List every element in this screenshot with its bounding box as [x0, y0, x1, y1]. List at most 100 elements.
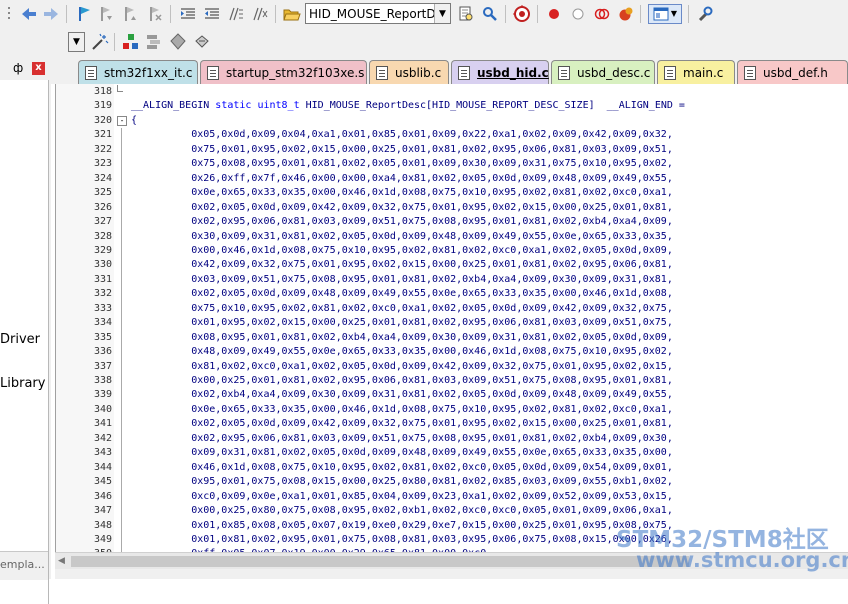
window-layout-dropdown[interactable]: ▼	[648, 4, 682, 24]
code-line[interactable]: 326 0x02,0x05,0x0d,0x09,0x42,0x09,0x32,0…	[56, 200, 848, 216]
code-text[interactable]: 0x75,0x10,0x95,0x02,0x81,0x02,0xc0,0xa1,…	[131, 302, 673, 316]
find-target-combo-value[interactable]: HID_MOUSE_ReportDesc	[306, 7, 434, 21]
code-text[interactable]: 0x03,0x09,0x51,0x75,0x08,0x95,0x01,0x81,…	[131, 273, 673, 287]
tab-usbd-desc-c[interactable]: usbd_desc.c	[551, 60, 655, 84]
back-arrow-icon[interactable]	[19, 4, 39, 24]
code-text[interactable]: 0x02,0x95,0x06,0x81,0x03,0x09,0x51,0x75,…	[131, 215, 673, 229]
code-line[interactable]: 341 0x02,0x05,0x0d,0x09,0x42,0x09,0x32,0…	[56, 417, 848, 433]
code-text[interactable]: 0x01,0x85,0x08,0x05,0x07,0x19,0xe0,0x29,…	[131, 519, 673, 533]
code-text[interactable]: 0x0e,0x65,0x33,0x35,0x00,0x46,0x1d,0x08,…	[131, 186, 673, 200]
code-text[interactable]: {	[131, 114, 137, 128]
find-target-combo[interactable]: HID_MOUSE_ReportDesc ▼	[305, 3, 451, 24]
code-line[interactable]: 325 0x0e,0x65,0x33,0x35,0x00,0x46,0x1d,0…	[56, 186, 848, 202]
disabled-breakpoint-icon[interactable]	[568, 4, 588, 24]
code-line[interactable]: 323 0x75,0x08,0x95,0x01,0x81,0x02,0x05,0…	[56, 157, 848, 173]
code-line[interactable]: 336 0x48,0x09,0x49,0x55,0x0e,0x65,0x33,0…	[56, 345, 848, 361]
code-editor[interactable]: 318 319 __ALIGN_BEGIN static uint8_t HID_M…	[55, 84, 848, 574]
code-line[interactable]: 338 0x00,0x25,0x01,0x81,0x02,0x95,0x06,0…	[56, 374, 848, 389]
fold-collapse-icon[interactable]: -	[117, 115, 127, 126]
manage-components-icon[interactable]	[121, 32, 141, 52]
code-line[interactable]: 321 0x05,0x0d,0x09,0x04,0xa1,0x01,0x85,0…	[56, 128, 848, 144]
pack-installer-icon[interactable]	[168, 32, 188, 52]
code-line[interactable]: 346 0xc0,0x09,0x0e,0xa1,0x01,0x85,0x04,0…	[56, 489, 848, 505]
breakpoint-settings-icon[interactable]	[616, 4, 636, 24]
tab-usblib-c[interactable]: usblib.c	[369, 60, 449, 84]
chevron-down-icon[interactable]: ▼	[671, 10, 677, 18]
scrollbar-thumb[interactable]	[71, 556, 689, 567]
code-line[interactable]: 331 0x03,0x09,0x51,0x75,0x08,0x95,0x01,0…	[56, 272, 848, 288]
unindent-icon[interactable]	[202, 4, 222, 24]
code-text[interactable]: 0x75,0x08,0x95,0x01,0x81,0x02,0x05,0x01,…	[131, 157, 673, 171]
code-text[interactable]: 0x30,0x09,0x31,0x81,0x02,0x05,0x0d,0x09,…	[131, 230, 673, 244]
code-line[interactable]: 345 0x95,0x01,0x75,0x08,0x15,0x00,0x25,0…	[56, 475, 848, 491]
prev-bookmark-icon[interactable]	[96, 4, 116, 24]
code-text[interactable]: 0x75,0x01,0x95,0x02,0x15,0x00,0x25,0x01,…	[131, 143, 673, 157]
target-select-dropdown[interactable]: ▼	[68, 32, 85, 52]
chevron-down-icon[interactable]: ▼	[434, 4, 450, 23]
code-text[interactable]: 0x02,0xb4,0xa4,0x09,0x30,0x09,0x31,0x81,…	[131, 388, 673, 402]
code-line[interactable]: 330 0x42,0x09,0x32,0x75,0x01,0x95,0x02,0…	[56, 258, 848, 274]
code-line[interactable]: 340 0x0e,0x65,0x33,0x35,0x00,0x46,0x1d,0…	[56, 402, 848, 418]
tab-main-c[interactable]: main.c	[657, 60, 735, 84]
code-line[interactable]: 335 0x08,0x95,0x01,0x81,0x02,0xb4,0xa4,0…	[56, 330, 848, 346]
code-line[interactable]: 329 0x00,0x46,0x1d,0x08,0x75,0x10,0x95,0…	[56, 243, 848, 259]
code-text[interactable]: 0x00,0x25,0x01,0x81,0x02,0x95,0x06,0x81,…	[131, 374, 673, 388]
code-line[interactable]: 342 0x02,0x95,0x06,0x81,0x03,0x09,0x51,0…	[56, 431, 848, 447]
code-text[interactable]: 0x02,0x05,0x0d,0x09,0x42,0x09,0x32,0x75,…	[131, 417, 673, 431]
code-text[interactable]: 0x00,0x46,0x1d,0x08,0x75,0x10,0x95,0x02,…	[131, 244, 673, 258]
close-icon[interactable]: x	[32, 62, 45, 75]
code-line[interactable]: 334 0x01,0x95,0x02,0x15,0x00,0x25,0x01,0…	[56, 316, 848, 332]
target-select-dropdown-icon[interactable]: ▼	[69, 33, 84, 51]
incremental-find-icon[interactable]	[480, 4, 500, 24]
magic-wand-icon[interactable]	[90, 32, 110, 52]
scroll-left-icon[interactable]: ◀	[58, 556, 65, 566]
open-folder-icon[interactable]	[282, 4, 302, 24]
code-text[interactable]: 0x48,0x09,0x49,0x55,0x0e,0x65,0x33,0x35,…	[131, 345, 673, 359]
code-text[interactable]: 0x81,0x02,0xc0,0xa1,0x02,0x05,0x0d,0x09,…	[131, 360, 673, 374]
kill-breakpoints-icon[interactable]	[592, 4, 612, 24]
code-text[interactable]: 0x01,0x81,0x02,0x95,0x01,0x75,0x08,0x81,…	[131, 533, 673, 547]
code-text[interactable]: 0x26,0xff,0x7f,0x46,0x00,0x00,0xa4,0x81,…	[131, 172, 673, 186]
code-line[interactable]: 344 0x46,0x1d,0x08,0x75,0x10,0x95,0x02,0…	[56, 460, 848, 476]
code-text[interactable]: 0x00,0x25,0x80,0x75,0x08,0x95,0x02,0xb1,…	[131, 504, 673, 518]
code-text[interactable]: 0x01,0x95,0x02,0x15,0x00,0x25,0x01,0x81,…	[131, 316, 673, 330]
code-line[interactable]: 339 0x02,0xb4,0xa4,0x09,0x30,0x09,0x31,0…	[56, 388, 848, 404]
pin-icon[interactable]: ф	[13, 61, 23, 75]
tab-stm32f1xx-it-c[interactable]: stm32f1xx_it.c	[78, 60, 198, 84]
code-line[interactable]: 319 __ALIGN_BEGIN static uint8_t HID_MOUS…	[56, 99, 848, 113]
indent-icon[interactable]	[178, 4, 198, 24]
bookmark-flag-icon[interactable]	[74, 4, 94, 24]
fold-end-icon[interactable]	[117, 85, 123, 92]
breakpoint-icon[interactable]	[544, 4, 564, 24]
code-line[interactable]: 328 0x30,0x09,0x31,0x81,0x02,0x05,0x0d,0…	[56, 229, 848, 245]
rte-icon[interactable]	[144, 32, 164, 52]
code-text[interactable]: 0xc0,0x09,0x0e,0xa1,0x01,0x85,0x04,0x09,…	[131, 490, 673, 504]
code-line[interactable]: 324 0x26,0xff,0x7f,0x46,0x00,0x00,0xa4,0…	[56, 171, 848, 187]
code-text[interactable]: 0x02,0x05,0x0d,0x09,0x48,0x09,0x49,0x55,…	[131, 287, 673, 301]
comment-icon[interactable]	[226, 4, 246, 24]
code-line[interactable]: 327 0x02,0x95,0x06,0x81,0x03,0x09,0x51,0…	[56, 215, 848, 231]
code-line[interactable]: 332 0x02,0x05,0x0d,0x09,0x48,0x09,0x49,0…	[56, 287, 848, 303]
tree-item-library[interactable]: Library	[0, 376, 45, 391]
next-bookmark-icon[interactable]	[120, 4, 140, 24]
code-line[interactable]: 322 0x75,0x01,0x95,0x02,0x15,0x00,0x25,0…	[56, 142, 848, 158]
code-line[interactable]: 333 0x75,0x10,0x95,0x02,0x81,0x02,0xc0,0…	[56, 301, 848, 317]
tab-usbd-hid-c[interactable]: usbd_hid.c	[451, 60, 549, 84]
code-text[interactable]: 0x02,0x05,0x0d,0x09,0x42,0x09,0x32,0x75,…	[131, 201, 673, 215]
tab-usbd-def-h[interactable]: usbd_def.h	[737, 60, 848, 84]
code-line[interactable]: 337 0x81,0x02,0xc0,0xa1,0x02,0x05,0x0d,0…	[56, 359, 848, 375]
code-text[interactable]: 0x42,0x09,0x32,0x75,0x01,0x95,0x02,0x15,…	[131, 258, 673, 272]
code-line[interactable]: 318	[56, 85, 848, 99]
tab-startup-stm32f103xe-s[interactable]: startup_stm32f103xe.s	[200, 60, 367, 84]
code-text[interactable]: 0x0e,0x65,0x33,0x35,0x00,0x46,0x1d,0x08,…	[131, 403, 673, 417]
clear-bookmarks-icon[interactable]	[145, 4, 165, 24]
forward-arrow-icon[interactable]	[41, 4, 61, 24]
code-line[interactable]: 320 {-	[56, 114, 848, 128]
code-text[interactable]: __ALIGN_BEGIN static uint8_t HID_MOUSE_R…	[131, 99, 685, 113]
templates-tab[interactable]: empla...	[0, 558, 45, 571]
batch-build-icon[interactable]	[192, 32, 212, 52]
code-line[interactable]: 343 0x09,0x31,0x81,0x02,0x05,0x0d,0x09,0…	[56, 446, 848, 462]
code-line[interactable]: 347 0x00,0x25,0x80,0x75,0x08,0x95,0x02,0…	[56, 504, 848, 520]
uncomment-icon[interactable]	[250, 4, 270, 24]
code-text[interactable]: 0x09,0x31,0x81,0x02,0x05,0x0d,0x09,0x48,…	[131, 446, 673, 460]
